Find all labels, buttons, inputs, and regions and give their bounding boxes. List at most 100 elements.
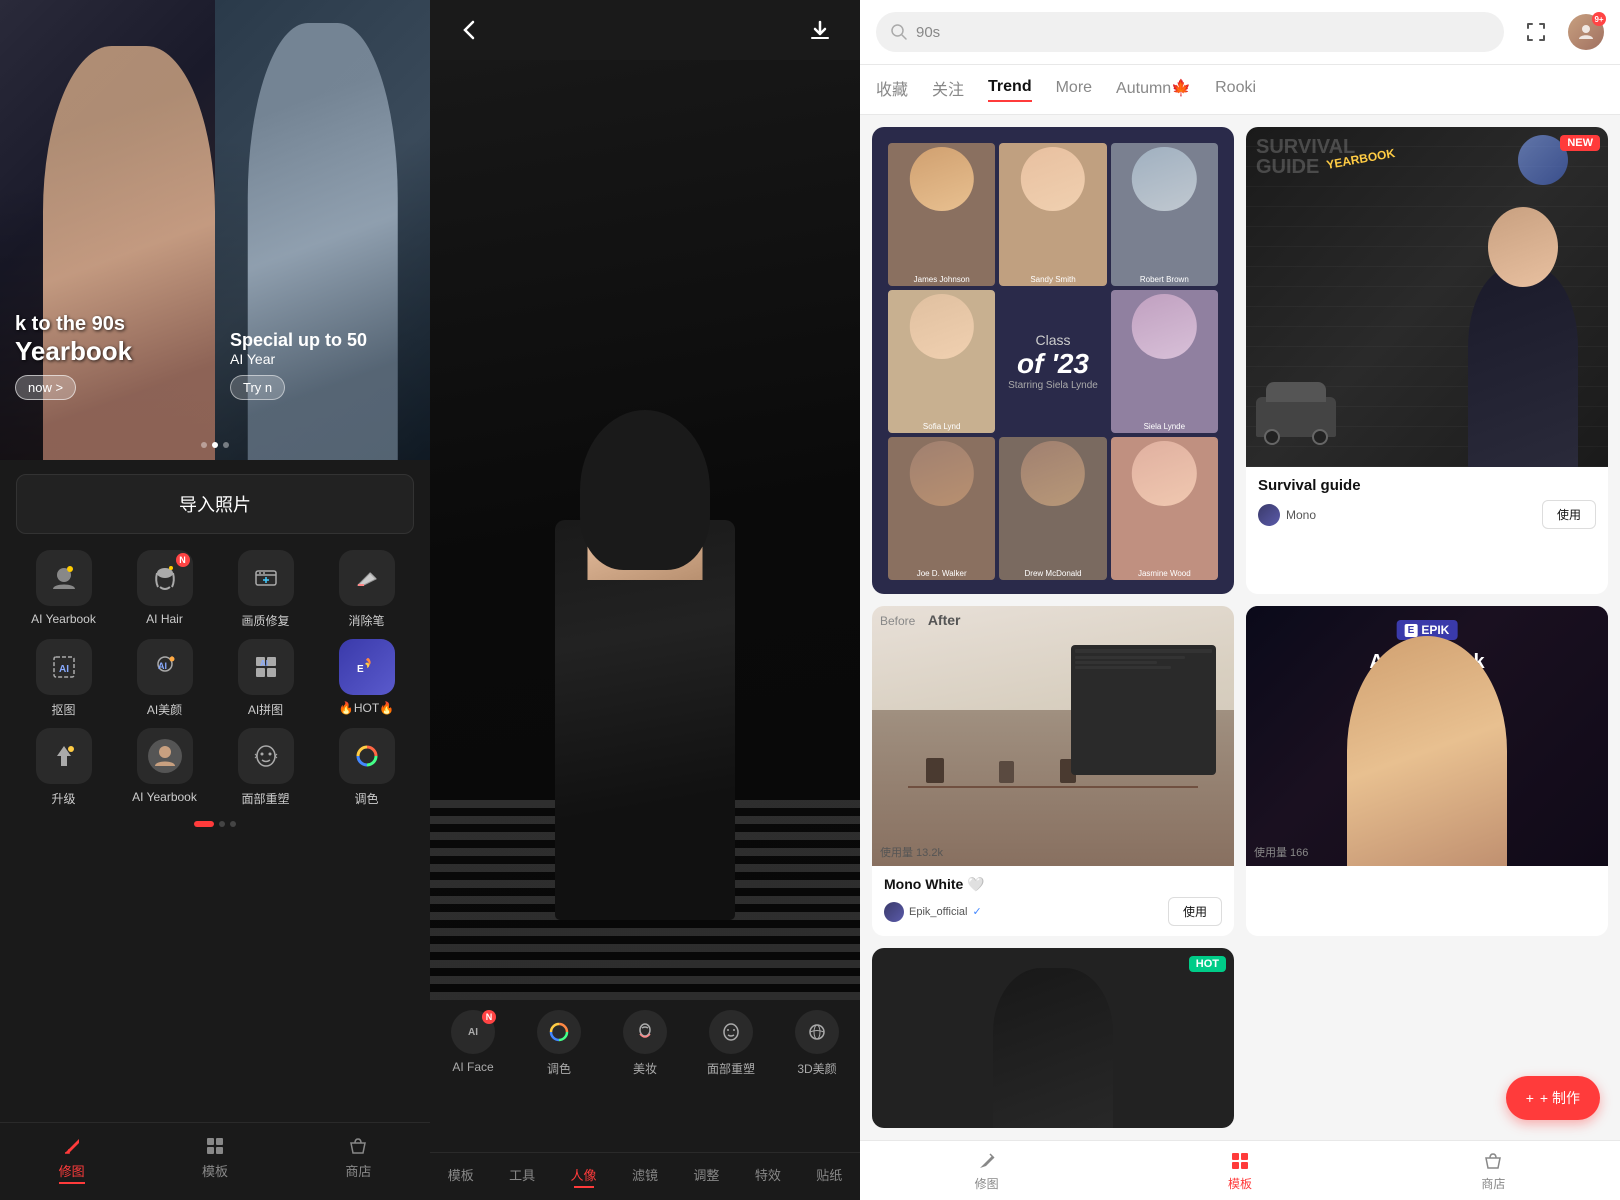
yb-name-6: Joe D. Walker bbox=[888, 569, 995, 578]
p2-nav-template[interactable]: 模板 bbox=[430, 1153, 491, 1200]
panel3-tabs: 收藏 关注 Trend More Autumn🍁 Rooki bbox=[860, 65, 1620, 115]
tab-trend[interactable]: Trend bbox=[988, 78, 1032, 102]
search-bar[interactable]: 90s bbox=[876, 12, 1504, 52]
nav-item-store[interactable]: 商店 bbox=[287, 1123, 430, 1200]
download-button[interactable] bbox=[800, 10, 840, 50]
p3-nav-edit[interactable]: 修图 bbox=[860, 1141, 1113, 1200]
survival-title: Survival guide bbox=[1258, 477, 1596, 494]
nav-item-edit[interactable]: 修图 bbox=[0, 1123, 143, 1200]
person-body bbox=[1468, 267, 1578, 467]
epik-card-image: E EPIK AI Yearbook Travel back to the 90… bbox=[1246, 606, 1608, 866]
nav-label-store: 商店 bbox=[345, 1161, 371, 1180]
car-wheel-1 bbox=[1264, 429, 1280, 445]
user-avatar[interactable]: 9+ bbox=[1568, 14, 1604, 50]
p2-nav-effects[interactable]: 特效 bbox=[737, 1153, 798, 1200]
try-btn[interactable]: Try n bbox=[230, 375, 285, 400]
back-icon bbox=[458, 18, 482, 42]
tool-ai-face[interactable]: AI N AI Face bbox=[430, 1010, 516, 1077]
tool-face-reshape-2[interactable]: 面部重塑 bbox=[688, 1010, 774, 1077]
mono-author-name: Epik_official bbox=[909, 906, 968, 918]
tool-hot[interactable]: E 🔥HOT🔥 bbox=[319, 639, 414, 718]
tool-repair[interactable]: 画质修复 bbox=[218, 550, 313, 629]
banner-text-1: k to the 90s Yearbook now > bbox=[15, 313, 132, 400]
panel3-content: James Johnson Sandy Smith Robert Brown S… bbox=[860, 115, 1620, 1140]
dot-3 bbox=[223, 442, 229, 448]
p2-nav-adjust[interactable]: 调整 bbox=[676, 1153, 737, 1200]
banner-carousel[interactable]: k to the 90s Yearbook now > Special up t… bbox=[0, 0, 430, 460]
p2-nav-filter-label: 滤镜 bbox=[632, 1168, 658, 1183]
epik-ai-yearbook-card[interactable]: E EPIK AI Yearbook Travel back to the 90… bbox=[1246, 606, 1608, 936]
yb-name-3: Robert Brown bbox=[1111, 275, 1218, 284]
fullscreen-button[interactable] bbox=[1516, 12, 1556, 52]
tool-ai-yearbook[interactable]: AI Yearbook bbox=[16, 550, 111, 629]
p2-nav-sticker-label: 贴纸 bbox=[816, 1168, 842, 1183]
mono-use-button[interactable]: 使用 bbox=[1168, 897, 1222, 926]
tool-3d-beauty[interactable]: 3D美颜 bbox=[774, 1010, 860, 1077]
menu-line bbox=[1075, 666, 1171, 669]
panel-left: k to the 90s Yearbook now > Special up t… bbox=[0, 0, 430, 1200]
mystery-card-image: HOT bbox=[872, 948, 1234, 1128]
car-sticker bbox=[1256, 397, 1336, 437]
yb-photo-5: Siela Lynde bbox=[1111, 290, 1218, 433]
survival-guide-card[interactable]: NEW SURVIVALGUIDE YEA bbox=[1246, 127, 1608, 594]
tool-beauty[interactable]: AI AI美颜 bbox=[117, 639, 212, 718]
tool-label-ai-yearbook-2: AI Yearbook bbox=[132, 790, 197, 804]
back-button[interactable] bbox=[450, 10, 490, 50]
p2-nav-tools[interactable]: 工具 bbox=[491, 1153, 552, 1200]
banner-cta-btn[interactable]: now > bbox=[15, 375, 76, 400]
yb-photo-4: Sofia Lynd bbox=[888, 290, 995, 433]
tool-upgrade[interactable]: 升级 bbox=[16, 728, 111, 807]
mystery-card[interactable]: HOT bbox=[872, 948, 1234, 1128]
tool-ai-hair[interactable]: N AI Hair bbox=[117, 550, 212, 629]
p3-nav-store-label: 商店 bbox=[1481, 1175, 1505, 1192]
mono-author-avatar bbox=[884, 902, 904, 922]
yb-name-7: Drew McDonald bbox=[999, 569, 1106, 578]
mono-title: Mono White 🤍 bbox=[884, 876, 1222, 893]
tab-more[interactable]: More bbox=[1056, 79, 1092, 101]
mono-white-card[interactable]: Before After bbox=[872, 606, 1234, 936]
tab-autumn[interactable]: Autumn🍁 bbox=[1116, 78, 1191, 102]
import-photo-button[interactable]: 导入照片 bbox=[16, 474, 414, 534]
yearbook-avatar bbox=[148, 739, 182, 773]
tool-label-eraser: 消除笔 bbox=[348, 612, 384, 629]
survival-person bbox=[1458, 207, 1588, 467]
face-reshape-label: 面部重塑 bbox=[707, 1060, 755, 1077]
tool-color-adj[interactable]: 调色 bbox=[516, 1010, 602, 1077]
p3-nav-store[interactable]: 商店 bbox=[1367, 1141, 1620, 1200]
yb-photo-8: Jasmine Wood bbox=[1111, 437, 1218, 580]
person-head bbox=[1488, 207, 1558, 287]
tool-color[interactable]: 调色 bbox=[319, 728, 414, 807]
yb-face-3 bbox=[1132, 147, 1196, 211]
starring-text: Starring Siela Lynde bbox=[1008, 380, 1098, 391]
tool-puzzle[interactable]: AI AI拼图 bbox=[218, 639, 313, 718]
nav-item-template[interactable]: 模板 bbox=[143, 1123, 286, 1200]
face-reshape-icon bbox=[709, 1010, 753, 1054]
panel1-bottom-nav: 修图 模板 商店 bbox=[0, 1122, 430, 1200]
tool-eraser[interactable]: 消除笔 bbox=[319, 550, 414, 629]
tool-ai-yearbook-2[interactable]: AI Yearbook bbox=[117, 728, 212, 807]
nav-label-edit: 修图 bbox=[59, 1161, 85, 1184]
tool-makeup[interactable]: 美妆 bbox=[602, 1010, 688, 1077]
p2-nav-sticker[interactable]: 贴纸 bbox=[799, 1153, 860, 1200]
p2-nav-portrait[interactable]: 人像 bbox=[553, 1153, 614, 1200]
tool-label-color: 调色 bbox=[354, 790, 378, 807]
tool-icon-beauty: AI bbox=[137, 639, 193, 695]
yb-photo-7: Drew McDonald bbox=[999, 437, 1106, 580]
yb-photo-2: Sandy Smith bbox=[999, 143, 1106, 286]
svg-text:AI: AI bbox=[158, 661, 167, 671]
yb-face-4 bbox=[909, 294, 973, 358]
p2-nav-template-label: 模板 bbox=[448, 1168, 474, 1183]
tab-rookie[interactable]: Rooki bbox=[1215, 79, 1256, 101]
makeup-label: 美妆 bbox=[633, 1060, 657, 1077]
tab-following[interactable]: 关注 bbox=[932, 76, 964, 104]
survival-collage-bg: SURVIVALGUIDE bbox=[1256, 137, 1355, 177]
tab-favorites[interactable]: 收藏 bbox=[876, 76, 908, 104]
tool-face-reshape[interactable]: 面部重塑 bbox=[218, 728, 313, 807]
create-fab-button[interactable]: + + 制作 bbox=[1506, 1076, 1600, 1120]
p3-nav-template[interactable]: 模板 bbox=[1113, 1141, 1366, 1200]
yearbook-template-card[interactable]: James Johnson Sandy Smith Robert Brown S… bbox=[872, 127, 1234, 594]
p2-nav-filter[interactable]: 滤镜 bbox=[614, 1153, 675, 1200]
survival-use-button[interactable]: 使用 bbox=[1542, 500, 1596, 529]
coffee-item-1 bbox=[926, 758, 944, 783]
tool-cutout[interactable]: AI 抠图 bbox=[16, 639, 111, 718]
